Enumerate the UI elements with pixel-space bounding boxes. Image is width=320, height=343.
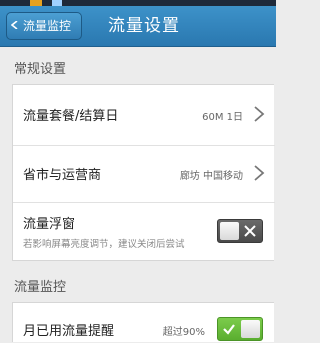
row-region-carrier[interactable]: 省市与运营商 廊坊 中国移动 [13, 146, 275, 202]
row-monthly-alert: 月已用流量提醒 超过90% [13, 303, 275, 343]
row-subtext: 若影响屏幕亮度调节，建议关闭后尝试 [23, 239, 185, 250]
row-value: 60M 1日 [202, 112, 243, 123]
back-button[interactable]: 流量监控 [6, 12, 83, 40]
monitor-settings-card: 月已用流量提醒 超过90% [12, 302, 274, 342]
chevron-right-icon [254, 165, 265, 181]
section-header-monitor: 流量监控 [14, 280, 67, 295]
row-value: 超过90% [162, 327, 205, 338]
floating-window-toggle[interactable] [217, 219, 263, 243]
check-icon [223, 324, 235, 335]
chevron-left-icon [11, 21, 18, 29]
general-settings-card: 流量套餐/结算日 60M 1日 省市与运营商 廊坊 中国移动 流量浮窗 若影响屏… [12, 84, 275, 261]
back-button-label: 流量监控 [23, 19, 72, 33]
row-value: 廊坊 中国移动 [179, 171, 243, 182]
section-header-general: 常规设置 [14, 62, 67, 77]
close-icon [244, 225, 256, 237]
row-label: 省市与运营商 [23, 168, 102, 183]
chevron-right-icon [254, 106, 265, 122]
row-data-plan[interactable]: 流量套餐/结算日 60M 1日 [13, 85, 275, 145]
row-label: 流量套餐/结算日 [23, 109, 119, 124]
title-bar: 流量监控 流量设置 [0, 6, 276, 47]
page-title: 流量设置 [108, 16, 180, 36]
row-label: 流量浮窗 [23, 217, 76, 232]
row-label: 月已用流量提醒 [23, 324, 115, 339]
row-floating-window: 流量浮窗 若影响屏幕亮度调节，建议关闭后尝试 [13, 203, 275, 261]
toggle-knob [220, 222, 239, 240]
toggle-knob [241, 320, 260, 338]
monthly-alert-toggle[interactable] [217, 317, 263, 341]
